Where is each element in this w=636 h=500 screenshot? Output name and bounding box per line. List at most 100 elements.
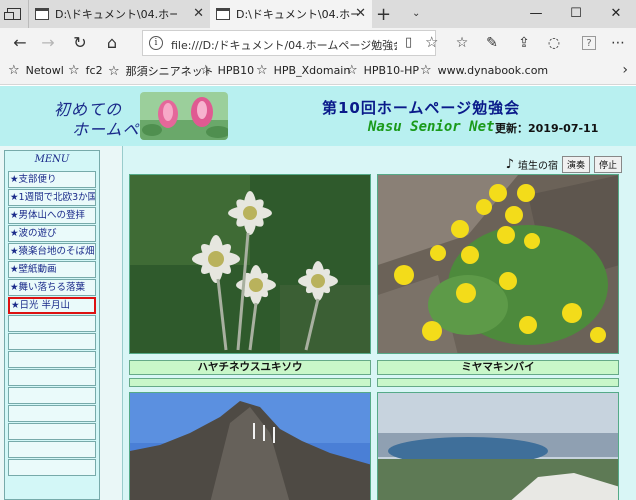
stop-button[interactable]: 停止: [593, 156, 622, 173]
tab-actions-button[interactable]: [0, 0, 28, 28]
star-icon: ☆: [420, 63, 432, 78]
menu-item-active[interactable]: ★日光 半月山: [8, 297, 96, 314]
menu-item-empty[interactable]: [8, 333, 96, 350]
favorites-icon[interactable]: ☆: [450, 31, 474, 55]
favorite-label: HPB_Xdomain: [273, 64, 351, 77]
star-icon: ★: [10, 192, 19, 203]
star-icon: ☆: [346, 63, 358, 78]
menu-item-empty[interactable]: [8, 387, 96, 404]
star-icon: ★: [10, 228, 19, 239]
menu-item-empty[interactable]: [8, 441, 96, 458]
navigation-bar: ← → ↻ ⌂ i file:///D:/ドキュメント/04.ホームページ勉強会…: [0, 28, 636, 58]
favorite-item[interactable]: ☆ www.dynabook.com: [420, 63, 548, 78]
close-tab-icon[interactable]: ✕: [193, 6, 204, 21]
page-title: 第10回ホームページ勉強会: [322, 99, 521, 117]
address-bar[interactable]: i file:///D:/ドキュメント/04.ホームページ勉強会/hp1 ▯ ☆: [142, 30, 438, 56]
music-title: 埴生の宿: [517, 161, 558, 172]
web-page: 初めての ホームページ 第10回ホームページ勉強会 Nasu Senior Ne…: [0, 86, 636, 500]
menu-sidebar: MENU ★支部便り ★1週間で北欧3か国 ★男体山への登拝 ★波の遊び ★猿楽…: [4, 150, 100, 500]
chevron-down-icon[interactable]: ⌄: [412, 8, 420, 19]
star-icon: ★: [10, 174, 19, 185]
star-icon: ☆: [8, 63, 20, 78]
star-icon: ☆: [68, 63, 80, 78]
favorite-label: HPB10-HP: [363, 64, 419, 77]
page-icon: [216, 8, 230, 20]
extension-icon[interactable]: ◌: [542, 31, 566, 55]
photo-edelweiss: [129, 174, 371, 354]
pen-icon[interactable]: ✎: [480, 31, 504, 55]
star-icon: ☆: [200, 63, 212, 78]
photo-caption: ハヤチネウスユキソウ: [129, 360, 371, 375]
favorite-item[interactable]: ☆ Netowl: [8, 63, 64, 78]
favorite-item[interactable]: ☆ HPB10-HP: [346, 63, 419, 78]
menu-item-label: 壁紙動画: [18, 264, 57, 275]
star-icon: ★: [10, 210, 19, 221]
menu-item[interactable]: ★舞い落ちる落葉: [8, 279, 96, 296]
forward-arrow-icon[interactable]: →: [36, 31, 60, 55]
extension-box-icon[interactable]: ?: [582, 36, 596, 50]
menu-item-empty[interactable]: [8, 423, 96, 440]
close-tab-icon[interactable]: ✕: [355, 6, 366, 21]
favorite-label: Netowl: [25, 64, 64, 77]
menu-item-label: 1週間で北欧3か国: [18, 192, 96, 203]
star-icon: ☆: [256, 63, 268, 78]
tab-bar: D:\ドキュメント\04.ホームページ勉 ✕ D:\ドキュメント\04.ホームペ…: [0, 0, 636, 28]
tab-active[interactable]: D:\ドキュメント\04.ホームペ ✕: [210, 0, 372, 28]
favorite-item[interactable]: ☆ HPB10: [200, 63, 254, 78]
menu-item[interactable]: ★波の遊び: [8, 225, 96, 242]
menu-item[interactable]: ★男体山への登拝: [8, 207, 96, 224]
menu-item-empty[interactable]: [8, 315, 96, 332]
more-favorites-icon[interactable]: ›: [622, 62, 628, 78]
refresh-icon[interactable]: ↻: [68, 31, 92, 55]
star-icon: ★: [10, 264, 19, 275]
menu-item-empty[interactable]: [8, 369, 96, 386]
close-window-button[interactable]: ✕: [596, 0, 636, 28]
favorite-item[interactable]: ☆ 那須シニアネット: [108, 63, 214, 79]
favorite-item[interactable]: ☆ HPB_Xdomain: [256, 63, 350, 78]
back-arrow-icon[interactable]: ←: [8, 31, 32, 55]
more-icon[interactable]: ⋯: [606, 31, 630, 55]
favorite-label: fc2: [85, 64, 103, 77]
menu-item[interactable]: ★猿楽台地のそば畑: [8, 243, 96, 260]
menu-item[interactable]: ★1週間で北欧3か国: [8, 189, 96, 206]
club-name: Nasu Senior Net: [368, 119, 495, 135]
maximize-button[interactable]: ☐: [556, 0, 596, 28]
flower-banner-image: [140, 92, 228, 140]
tab-label: D:\ドキュメント\04.ホームページ勉: [55, 8, 177, 21]
play-button[interactable]: 演奏: [561, 156, 590, 173]
share-icon[interactable]: ⇪: [512, 31, 536, 55]
favorite-item[interactable]: ☆ fc2: [68, 63, 103, 78]
favorite-label: HPB10: [217, 64, 255, 77]
star-icon: ★: [10, 246, 19, 257]
favorite-star-icon[interactable]: ☆: [425, 33, 438, 51]
menu-item-empty[interactable]: [8, 351, 96, 368]
star-icon: ★: [10, 282, 19, 293]
menu-title: MENU: [34, 154, 70, 165]
tab-inactive[interactable]: D:\ドキュメント\04.ホームページ勉 ✕: [28, 0, 210, 28]
update-date: 更新：2019-07-11: [495, 122, 599, 135]
menu-item-label: 日光 半月山: [19, 300, 71, 311]
home-icon[interactable]: ⌂: [100, 31, 124, 55]
menu-item-label: 支部便り: [18, 174, 57, 185]
menu-item-empty[interactable]: [8, 405, 96, 422]
music-player: ♪ 埴生の宿 演奏 停止: [506, 156, 622, 173]
caption-blank: [377, 378, 619, 387]
caption-blank: [129, 378, 371, 387]
menu-item-empty[interactable]: [8, 459, 96, 476]
main-content: ♪ 埴生の宿 演奏 停止 ハヤチネウスユキソウ ミヤマキンバイ: [122, 146, 636, 500]
favorite-label: www.dynabook.com: [437, 64, 549, 77]
menu-item[interactable]: ★壁紙動画: [8, 261, 96, 278]
star-icon: ★: [11, 300, 20, 311]
star-icon: ☆: [108, 64, 120, 79]
photo-lake-view: [377, 392, 619, 500]
minimize-button[interactable]: —: [516, 0, 556, 28]
menu-item[interactable]: ★支部便り: [8, 171, 96, 188]
info-icon[interactable]: i: [149, 36, 163, 50]
reading-view-icon[interactable]: ▯: [405, 35, 412, 50]
page-icon: [35, 8, 49, 20]
photo-miyamakinbai: [377, 174, 619, 354]
menu-list: ★支部便り ★1週間で北欧3か国 ★男体山への登拝 ★波の遊び ★猿楽台地のそば…: [8, 171, 96, 477]
address-input[interactable]: file:///D:/ドキュメント/04.ホームページ勉強会/hp1: [171, 37, 397, 53]
site-banner: 初めての ホームページ 第10回ホームページ勉強会 Nasu Senior Ne…: [0, 86, 636, 146]
new-tab-icon[interactable]: +: [376, 4, 391, 25]
